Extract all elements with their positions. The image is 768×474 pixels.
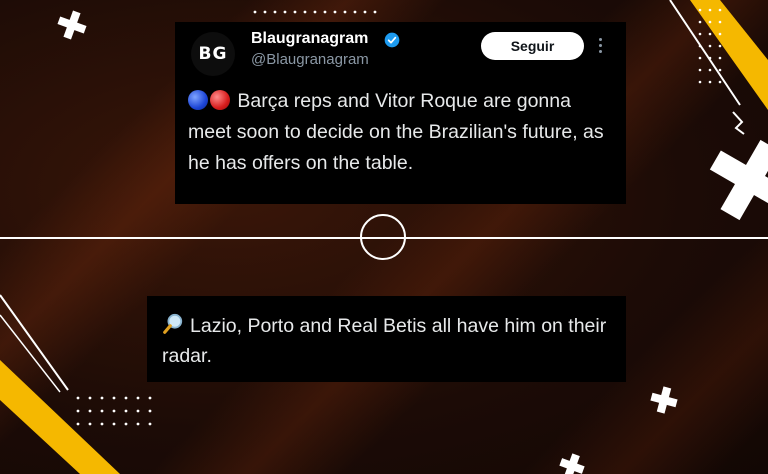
red-circle-emoji	[210, 90, 230, 110]
more-options-icon[interactable]	[599, 38, 603, 54]
tweet-card-top: BG Blaugranagram @Blaugranagram Seguir B…	[175, 22, 626, 204]
tweet-text-part1: Barça reps and Vitor Roque are gonna mee…	[188, 90, 604, 174]
magnifying-glass-emoji	[163, 313, 183, 334]
verified-badge-icon	[384, 32, 400, 48]
avatar[interactable]: BG	[191, 32, 235, 76]
follow-button[interactable]: Seguir	[481, 32, 584, 60]
tweet-text: Barça reps and Vitor Roque are gonna mee…	[188, 86, 618, 179]
tweet-card-bottom: Lazio, Porto and Real Betis all have him…	[147, 296, 626, 382]
center-circle	[360, 214, 406, 260]
display-name[interactable]: Blaugranagram	[251, 30, 368, 48]
tweet-text-part2: Lazio, Porto and Real Betis all have him…	[162, 315, 607, 367]
tweet-text-second: Lazio, Porto and Real Betis all have him…	[162, 311, 622, 371]
blue-circle-emoji	[188, 90, 208, 110]
handle[interactable]: @Blaugranagram	[251, 51, 369, 68]
